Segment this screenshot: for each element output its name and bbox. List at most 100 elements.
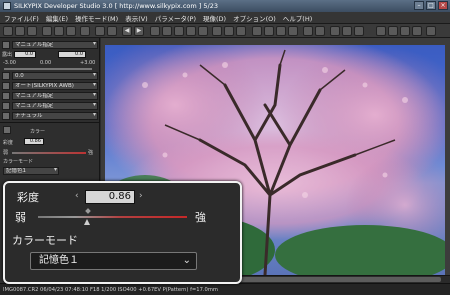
- palette-icon[interactable]: [3, 126, 11, 134]
- tone-row: マニュアル指定: [2, 91, 98, 100]
- search-icon[interactable]: [162, 26, 172, 36]
- color-dropdown[interactable]: ナチュラル: [12, 111, 98, 120]
- develop-icon[interactable]: [27, 26, 37, 36]
- sharpness-row: マニュアル指定: [2, 101, 98, 110]
- save-icon[interactable]: [15, 26, 25, 36]
- color-mode-label: カラーモード: [3, 159, 34, 165]
- rotate-left-icon[interactable]: [150, 26, 160, 36]
- app-icon: [3, 2, 11, 10]
- sharpness-icon[interactable]: [2, 101, 10, 110]
- highlight-row: 0.0: [2, 71, 98, 80]
- preset-row: マニュアル指定: [2, 40, 98, 49]
- redo-icon[interactable]: [264, 26, 274, 36]
- toolbar: ◀ ▶: [0, 24, 450, 38]
- spot-icon[interactable]: [236, 26, 246, 36]
- saturation-field[interactable]: 0.86: [24, 138, 44, 145]
- scrollbar-thumb[interactable]: [211, 277, 441, 282]
- fullscreen-icon[interactable]: [388, 26, 398, 36]
- zoom-icon[interactable]: [400, 26, 410, 36]
- increment-arrow-icon[interactable]: ›: [139, 191, 143, 201]
- menu-develop[interactable]: 現像(D): [203, 13, 226, 23]
- layout-icon[interactable]: [376, 26, 386, 36]
- tone-dropdown[interactable]: マニュアル指定: [12, 91, 98, 100]
- minimize-button[interactable]: –: [414, 1, 424, 10]
- menu-file[interactable]: ファイル(F): [4, 13, 39, 23]
- panel-divider: [0, 122, 100, 123]
- exposure-min-label: -3.00: [3, 60, 16, 66]
- status-text: IMG0087.CR2 06/04/23 07:48:10 F18 1/200 …: [3, 286, 218, 293]
- tone-icon[interactable]: [2, 91, 10, 100]
- list-view-icon[interactable]: [80, 26, 90, 36]
- preset-dropdown[interactable]: マニュアル指定: [12, 40, 98, 49]
- strong-label-large: 強: [195, 211, 206, 224]
- window-title: SILKYPIX Developer Studio 3.0 [ http://w…: [14, 2, 218, 10]
- color-mode-value: 記憶色１: [39, 255, 79, 266]
- status-bar: IMG0087.CR2 06/04/23 07:48:10 F18 1/200 …: [0, 283, 450, 295]
- saturation-label-large: 彩度: [17, 191, 39, 204]
- color-mode-dropdown[interactable]: 記憶色1: [3, 167, 59, 175]
- copy-icon[interactable]: [276, 26, 286, 36]
- undo-icon[interactable]: [252, 26, 262, 36]
- color-icon[interactable]: [2, 111, 10, 120]
- color-settings-callout: 彩度 ‹ 0.86 › 弱 強 カラーモード 記憶色１ ⌄: [3, 181, 242, 284]
- next-icon[interactable]: ▶: [134, 26, 144, 36]
- exit-icon[interactable]: [426, 26, 436, 36]
- exposure-label: 露出: [2, 52, 13, 58]
- stamp-icon[interactable]: [212, 26, 222, 36]
- exposure-row: 露出 0.0 0.0: [2, 50, 98, 59]
- exposure-field-right[interactable]: 0.0: [58, 51, 86, 58]
- print-icon[interactable]: [342, 26, 352, 36]
- saturation-slider-mini[interactable]: [12, 152, 86, 154]
- exposure-field-left[interactable]: 0.0: [14, 51, 37, 58]
- settings-icon[interactable]: [354, 26, 364, 36]
- window-controls: – □ ×: [414, 1, 448, 10]
- exposure-slider[interactable]: [4, 68, 92, 70]
- info-icon[interactable]: [303, 26, 313, 36]
- adjust-icon[interactable]: [198, 26, 208, 36]
- exposure-mid-label: 0.00: [40, 60, 52, 66]
- white-balance-icon[interactable]: [2, 81, 10, 90]
- maximize-button[interactable]: □: [426, 1, 436, 10]
- exposure-icon[interactable]: [2, 71, 10, 80]
- exposure-dropdown[interactable]: 0.0: [12, 71, 98, 80]
- combined-view-icon[interactable]: [66, 26, 76, 36]
- menu-options[interactable]: オプション(O): [233, 13, 276, 23]
- menu-operation-mode[interactable]: 操作モード(M): [75, 13, 118, 23]
- menu-parameter[interactable]: パラメータ(P): [155, 13, 196, 23]
- color-row: ナチュラル: [2, 111, 98, 120]
- tone-icon[interactable]: [186, 26, 196, 36]
- weak-label: 弱: [3, 150, 9, 156]
- strong-label: 強: [88, 150, 94, 156]
- paste-icon[interactable]: [288, 26, 298, 36]
- saturation-value-field[interactable]: 0.86: [85, 190, 135, 204]
- exposure-max-label: +3.00: [80, 60, 96, 66]
- crop-icon[interactable]: [174, 26, 184, 36]
- saturation-slider-thumb[interactable]: [84, 219, 91, 225]
- default-marker-icon: [85, 208, 91, 214]
- menu-bar: ファイル(F) 編集(E) 操作モード(M) 表示(V) パラメータ(P) 現像…: [0, 12, 450, 24]
- wand-icon[interactable]: [224, 26, 234, 36]
- white-balance-dropdown[interactable]: オート(SILKYPIX AWB): [12, 81, 98, 90]
- decrement-arrow-icon[interactable]: ‹: [75, 191, 79, 201]
- saturation-slider-track[interactable]: [38, 216, 187, 218]
- menu-view[interactable]: 表示(V): [125, 13, 148, 23]
- compare-icon[interactable]: [95, 26, 105, 36]
- sharpness-dropdown[interactable]: マニュアル指定: [12, 101, 98, 110]
- color-tab-label[interactable]: カラー: [30, 128, 45, 135]
- gear-icon[interactable]: [2, 40, 10, 49]
- saturation-label: 彩度: [3, 140, 14, 146]
- preview-view-icon[interactable]: [54, 26, 64, 36]
- color-mode-dropdown-large[interactable]: 記憶色１ ⌄: [30, 252, 197, 270]
- sharpen-icon[interactable]: [315, 26, 325, 36]
- grid-icon[interactable]: [107, 26, 117, 36]
- white-balance-row: オート(SILKYPIX AWB): [2, 81, 98, 90]
- weak-label-large: 弱: [15, 211, 26, 224]
- menu-edit[interactable]: 編集(E): [46, 13, 68, 23]
- menu-help[interactable]: ヘルプ(H): [283, 13, 312, 23]
- open-folder-icon[interactable]: [3, 26, 13, 36]
- fit-icon[interactable]: [412, 26, 422, 36]
- thumbnail-view-icon[interactable]: [42, 26, 52, 36]
- previous-icon[interactable]: ◀: [122, 26, 132, 36]
- close-button[interactable]: ×: [438, 1, 448, 10]
- histogram-icon[interactable]: [330, 26, 340, 36]
